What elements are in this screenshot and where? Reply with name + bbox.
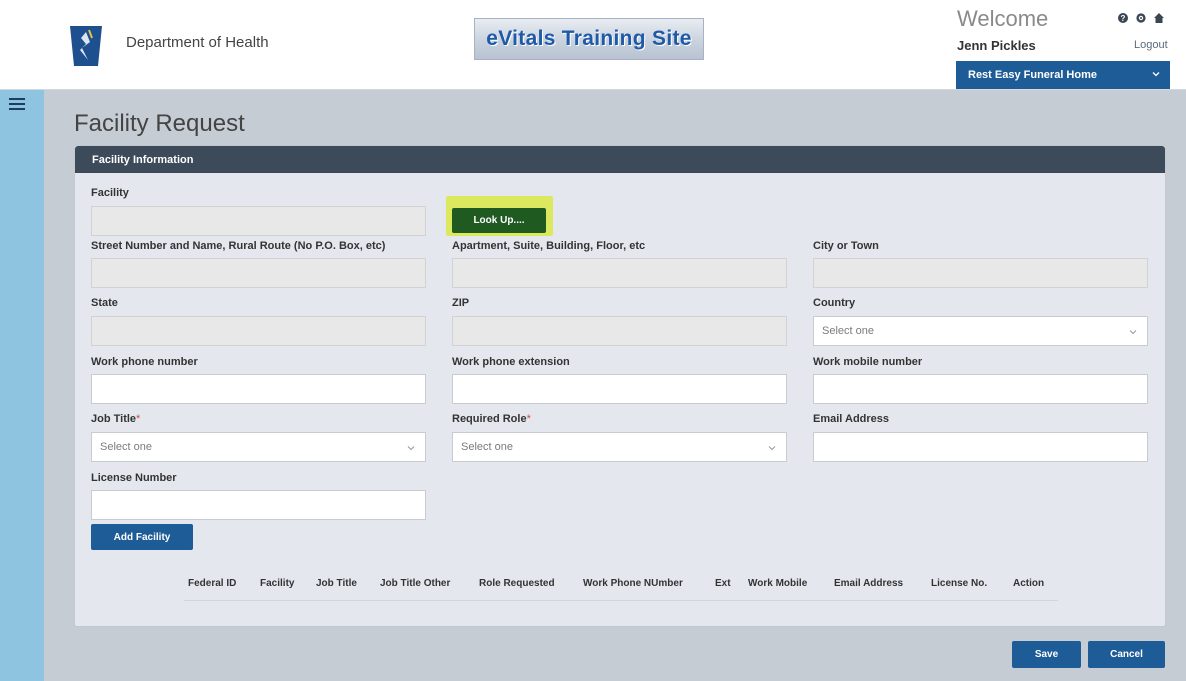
column-header: Ext xyxy=(715,578,731,589)
work-phone-field[interactable] xyxy=(91,374,426,404)
column-header: Job Title xyxy=(316,578,357,589)
email-field[interactable] xyxy=(813,432,1148,462)
required-marker: * xyxy=(526,413,531,425)
sidebar xyxy=(0,90,44,681)
column-header: Job Title Other xyxy=(380,578,451,589)
page-title: Facility Request xyxy=(74,110,245,137)
required-role-select[interactable]: Select one xyxy=(452,432,787,462)
job-title-select[interactable]: Select one xyxy=(91,432,426,462)
required-role-placeholder: Select one xyxy=(461,441,513,453)
organization-select[interactable]: Rest Easy Funeral Home xyxy=(956,61,1170,89)
column-header: Federal ID xyxy=(188,578,237,589)
required-role-label: Required Role* xyxy=(452,413,531,425)
city-field[interactable] xyxy=(813,258,1148,288)
facility-table-header: Federal ID Facility Job Title Job Title … xyxy=(184,575,1058,601)
chevron-down-icon xyxy=(1152,72,1160,77)
app-header: Department of Health eVitals Training Si… xyxy=(0,0,1186,90)
facility-field[interactable] xyxy=(91,206,426,236)
logout-link[interactable]: Logout xyxy=(1134,39,1168,51)
zip-field[interactable] xyxy=(452,316,787,346)
work-ext-label: Work phone extension xyxy=(452,356,570,368)
welcome-text: Welcome xyxy=(957,6,1049,31)
country-placeholder: Select one xyxy=(822,325,874,337)
state-label: State xyxy=(91,297,118,309)
site-banner: eVitals Training Site xyxy=(474,18,704,60)
job-title-label-text: Job Title xyxy=(91,413,137,425)
cancel-button[interactable]: Cancel xyxy=(1088,641,1165,668)
apartment-field[interactable] xyxy=(452,258,787,288)
chevron-down-icon xyxy=(768,446,776,451)
column-header: Email Address xyxy=(834,578,904,589)
column-header: Work Mobile xyxy=(748,578,808,589)
chevron-down-icon xyxy=(1129,330,1137,335)
column-header: Facility xyxy=(260,578,295,589)
save-button[interactable]: Save xyxy=(1012,641,1081,668)
work-phone-label: Work phone number xyxy=(91,356,198,368)
department-name: Department of Health xyxy=(126,34,269,51)
required-marker: * xyxy=(136,413,141,425)
job-title-label: Job Title* xyxy=(91,413,140,425)
menu-icon[interactable] xyxy=(9,98,25,112)
zip-label: ZIP xyxy=(452,297,470,309)
home-icon[interactable] xyxy=(1154,10,1164,23)
facility-label: Facility xyxy=(91,187,129,199)
work-ext-field[interactable] xyxy=(452,374,787,404)
country-select[interactable]: Select one xyxy=(813,316,1148,346)
country-label: Country xyxy=(813,297,856,309)
user-name: Jenn Pickles xyxy=(957,38,1036,53)
keystone-logo xyxy=(70,26,102,66)
apartment-label: Apartment, Suite, Building, Floor, etc xyxy=(452,240,646,252)
street-field[interactable] xyxy=(91,258,426,288)
help-icon[interactable]: ? xyxy=(1118,10,1128,23)
panel-heading: Facility Information xyxy=(75,146,1165,173)
column-header: Action xyxy=(1013,578,1045,589)
add-facility-button[interactable]: Add Facility xyxy=(91,524,193,550)
license-field[interactable] xyxy=(91,490,426,520)
state-field[interactable] xyxy=(91,316,426,346)
column-header: Work Phone NUmber xyxy=(583,578,683,589)
lookup-button[interactable]: Look Up.... xyxy=(452,208,546,233)
required-role-label-text: Required Role xyxy=(452,413,527,425)
license-label: License Number xyxy=(91,472,177,484)
chevron-down-icon xyxy=(407,446,415,451)
organization-label: Rest Easy Funeral Home xyxy=(968,69,1097,81)
work-mobile-field[interactable] xyxy=(813,374,1148,404)
job-title-placeholder: Select one xyxy=(100,441,152,453)
column-header: Role Requested xyxy=(479,578,555,589)
email-label: Email Address xyxy=(813,413,890,425)
work-mobile-label: Work mobile number xyxy=(813,356,923,368)
header-icons: ? xyxy=(1118,10,1164,23)
street-label: Street Number and Name, Rural Route (No … xyxy=(91,240,386,252)
svg-text:?: ? xyxy=(1121,14,1126,23)
column-header: License No. xyxy=(931,578,988,589)
gear-icon[interactable] xyxy=(1136,10,1146,23)
city-label: City or Town xyxy=(813,240,879,252)
